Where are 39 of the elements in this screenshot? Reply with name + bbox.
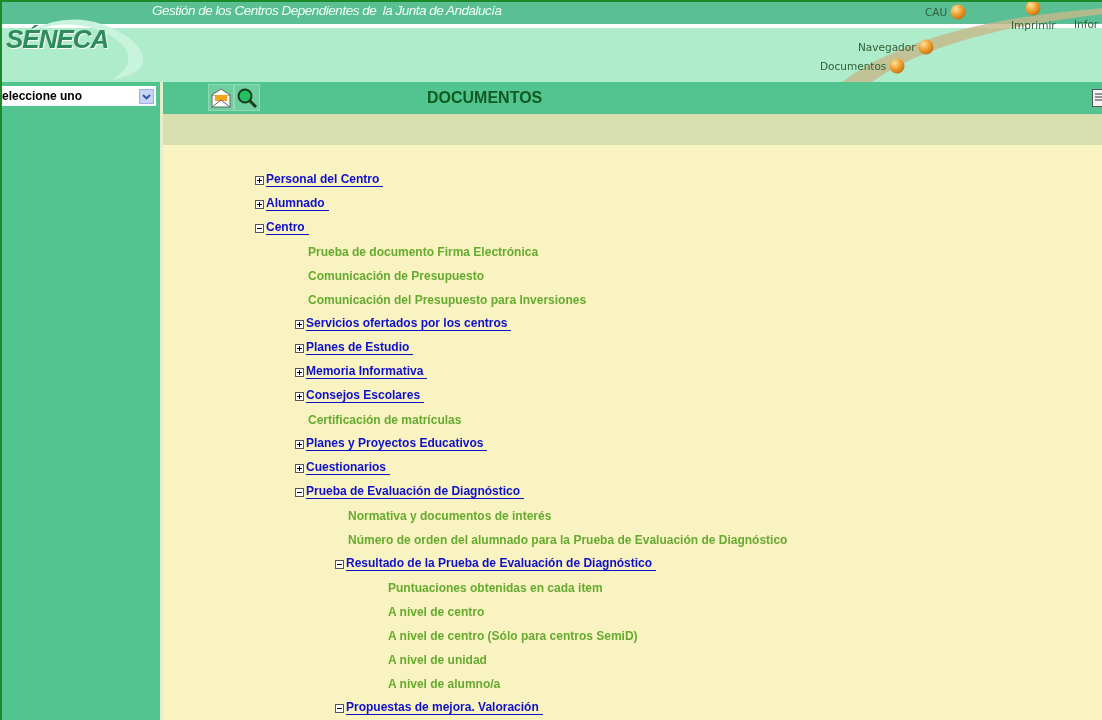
ball-icon — [889, 58, 906, 74]
expand-icon[interactable] — [295, 343, 304, 353]
collapse-icon[interactable] — [255, 223, 264, 233]
nav-link[interactable]: Infor — [1074, 18, 1099, 30]
collapse-icon[interactable] — [335, 703, 344, 713]
folder-link[interactable]: Prueba de Evaluación de Diagnóstico — [306, 485, 525, 499]
ball-icon — [918, 39, 935, 55]
expand-icon[interactable] — [255, 199, 264, 209]
folder-link[interactable]: Planes de Estudio — [306, 341, 414, 355]
collapse-icon[interactable] — [335, 559, 344, 569]
collapse-icon[interactable] — [295, 487, 304, 497]
expand-icon[interactable] — [295, 391, 304, 401]
nav-link[interactable]: Imprimir — [1011, 2, 1056, 31]
folder-link[interactable]: Propuestas de mejora. Valoración — [346, 701, 543, 715]
folder-link[interactable]: Consejos Escolares — [306, 389, 425, 403]
expand-icon[interactable] — [295, 463, 304, 473]
expand-icon[interactable] — [295, 319, 304, 329]
app-title: Gestión de los Centros Dependientes de la Junta de Andalucía — [152, 3, 502, 18]
document-icon[interactable] — [1092, 89, 1102, 107]
expand-icon[interactable] — [295, 367, 304, 377]
folder-link[interactable]: Centro — [266, 221, 309, 235]
section-select[interactable]: eleccione uno — [2, 86, 156, 106]
expand-icon[interactable] — [255, 175, 264, 185]
nav-link[interactable]: Documentos — [820, 58, 906, 74]
nav-link[interactable]: Navegador — [858, 39, 935, 55]
folder-link[interactable]: Planes y Proyectos Educativos — [306, 437, 488, 451]
ball-icon — [950, 4, 967, 20]
folder-link[interactable]: Personal del Centro — [266, 173, 384, 187]
nav-link[interactable]: CAU — [925, 4, 967, 20]
expand-icon[interactable] — [295, 439, 304, 449]
folder-link[interactable]: Memoria Informativa — [306, 365, 428, 379]
page-title: DOCUMENTOS — [427, 88, 543, 107]
folder-link[interactable]: Cuestionarios — [306, 461, 390, 475]
logo: SÉNECA — [6, 24, 109, 55]
folder-link[interactable]: Alumnado — [266, 197, 329, 211]
mail-button[interactable] — [208, 84, 234, 112]
search-button[interactable] — [234, 84, 260, 112]
folder-link[interactable]: Servicios ofertados por los centros — [306, 317, 512, 331]
folder-link[interactable]: Resultado de la Prueba de Evaluación de Diagnóstico — [346, 557, 657, 571]
